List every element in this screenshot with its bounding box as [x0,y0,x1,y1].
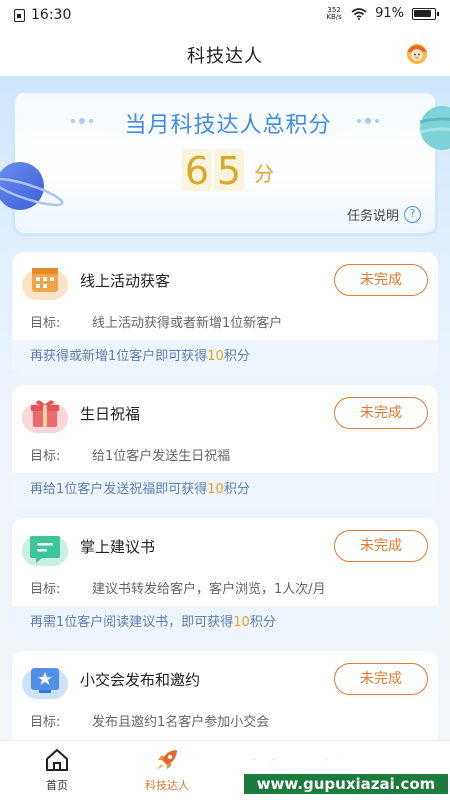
planet-left-icon [0,162,64,210]
task-help-link[interactable]: 任务说明 ? [347,205,421,224]
decor-dots-right [357,118,379,124]
watermark-url: www.gupuxiazai.com [257,775,436,793]
task-tip: 再给1位客户发送祝福即可获得10积分 [12,473,438,507]
incomplete-button[interactable]: 未完成 [334,264,428,296]
goal-text: 建议书转发给客户，客户浏览，1人次/月 [92,582,326,597]
task-tip: 再需1位客户阅读建议书，即可获得10积分 [12,606,438,640]
score-value: 6 5 分 [15,149,441,193]
tip-text: 再需1位客户阅读建议书，即可获得 [30,615,234,630]
home-icon [46,749,68,771]
question-icon: ? [404,206,421,223]
status-right: 352 KB/s 91% [325,6,439,21]
star-screen-icon [22,668,68,699]
gift-icon [22,400,68,433]
task-card-proposal: 掌上建议书 未完成 目标: 建议书转发给客户，客户浏览，1人次/月 再需1位客户… [12,518,438,640]
tip-suffix: 积分 [249,615,276,630]
goal-label: 目标: [30,449,61,464]
network-speed: 352 KB/s [325,6,343,21]
sim-icon [14,8,25,22]
battery-icon [412,7,439,20]
status-time: 16:30 [31,7,72,23]
task-name: 小交会发布和邀约 [80,671,201,689]
goal-label: 目标: [30,715,61,730]
task-tip: 再获得或新增1位客户即可获得10积分 [12,340,438,374]
nav-home-label: 首页 [46,779,68,792]
task-goal: 目标: 线上活动获得或者新增1位新客户 [30,312,282,331]
wifi-icon [351,7,367,20]
task-card-online-activity: 线上活动获客 未完成 目标: 线上活动获得或者新增1位新客户 再获得或新增1位客… [12,252,438,374]
nav-home[interactable]: 首页 [2,747,112,793]
task-card-birthday: 生日祝福 未完成 目标: 给1位客户发送生日祝福 再给1位客户发送祝福即可获得1… [12,385,438,507]
task-goal: 目标: 建议书转发给客户，客户浏览，1人次/月 [30,578,326,597]
watermark-title: 谷普软件园 [250,742,390,775]
task-name: 生日祝福 [80,405,141,423]
score-digit: 5 [214,149,244,193]
incomplete-button[interactable]: 未完成 [334,530,428,562]
nav-expert-label: 科技达人 [145,779,189,792]
goal-label: 目标: [30,316,61,331]
goal-label: 目标: [30,582,61,597]
tip-points: 10 [207,349,224,364]
mascot-avatar-icon[interactable] [404,40,430,66]
battery-percent: 91% [375,6,404,21]
score-digit: 6 [182,149,212,193]
tip-text: 再给1位客户发送祝福即可获得 [30,482,208,497]
tip-text: 再获得或新增1位客户即可获得 [30,349,208,364]
page-title: 科技达人 [187,46,263,67]
rocket-icon [157,750,177,770]
status-left: 16:30 [14,7,71,23]
status-bar: 16:30 352 KB/s 91% [0,0,450,30]
score-unit: 分 [254,162,274,186]
tip-points: 10 [233,615,250,630]
network-speed-unit: KB/s [326,12,342,21]
score-section: 当月科技达人总积分 6 5 分 任务说明 ? [12,90,438,236]
watermark-logo: 谷普软件园 www.gupuxiazai.com [244,741,448,794]
task-help-label: 任务说明 [346,209,399,224]
goal-text: 线上活动获得或者新增1位新客户 [92,316,283,331]
calendar-icon [22,268,68,300]
task-goal: 目标: 给1位客户发送生日祝福 [30,445,230,464]
task-name: 掌上建议书 [80,538,156,556]
tip-suffix: 积分 [223,482,250,497]
tip-points: 10 [207,482,224,497]
planet-right-icon [419,106,450,150]
goal-text: 发布且邀约1名客户参加小交会 [92,715,270,730]
tip-suffix: 积分 [223,349,250,364]
nav-tech-expert[interactable]: 科技达人 [112,747,222,793]
incomplete-button[interactable]: 未完成 [334,663,428,695]
incomplete-button[interactable]: 未完成 [334,397,428,429]
goal-text: 给1位客户发送生日祝福 [92,449,231,464]
task-goal: 目标: 发布且邀约1名客户参加小交会 [30,711,269,730]
message-icon [22,536,68,566]
task-name: 线上活动获客 [80,272,171,290]
app-header: 科技达人 [0,30,450,76]
score-card: 当月科技达人总积分 6 5 分 任务说明 ? [12,90,438,236]
